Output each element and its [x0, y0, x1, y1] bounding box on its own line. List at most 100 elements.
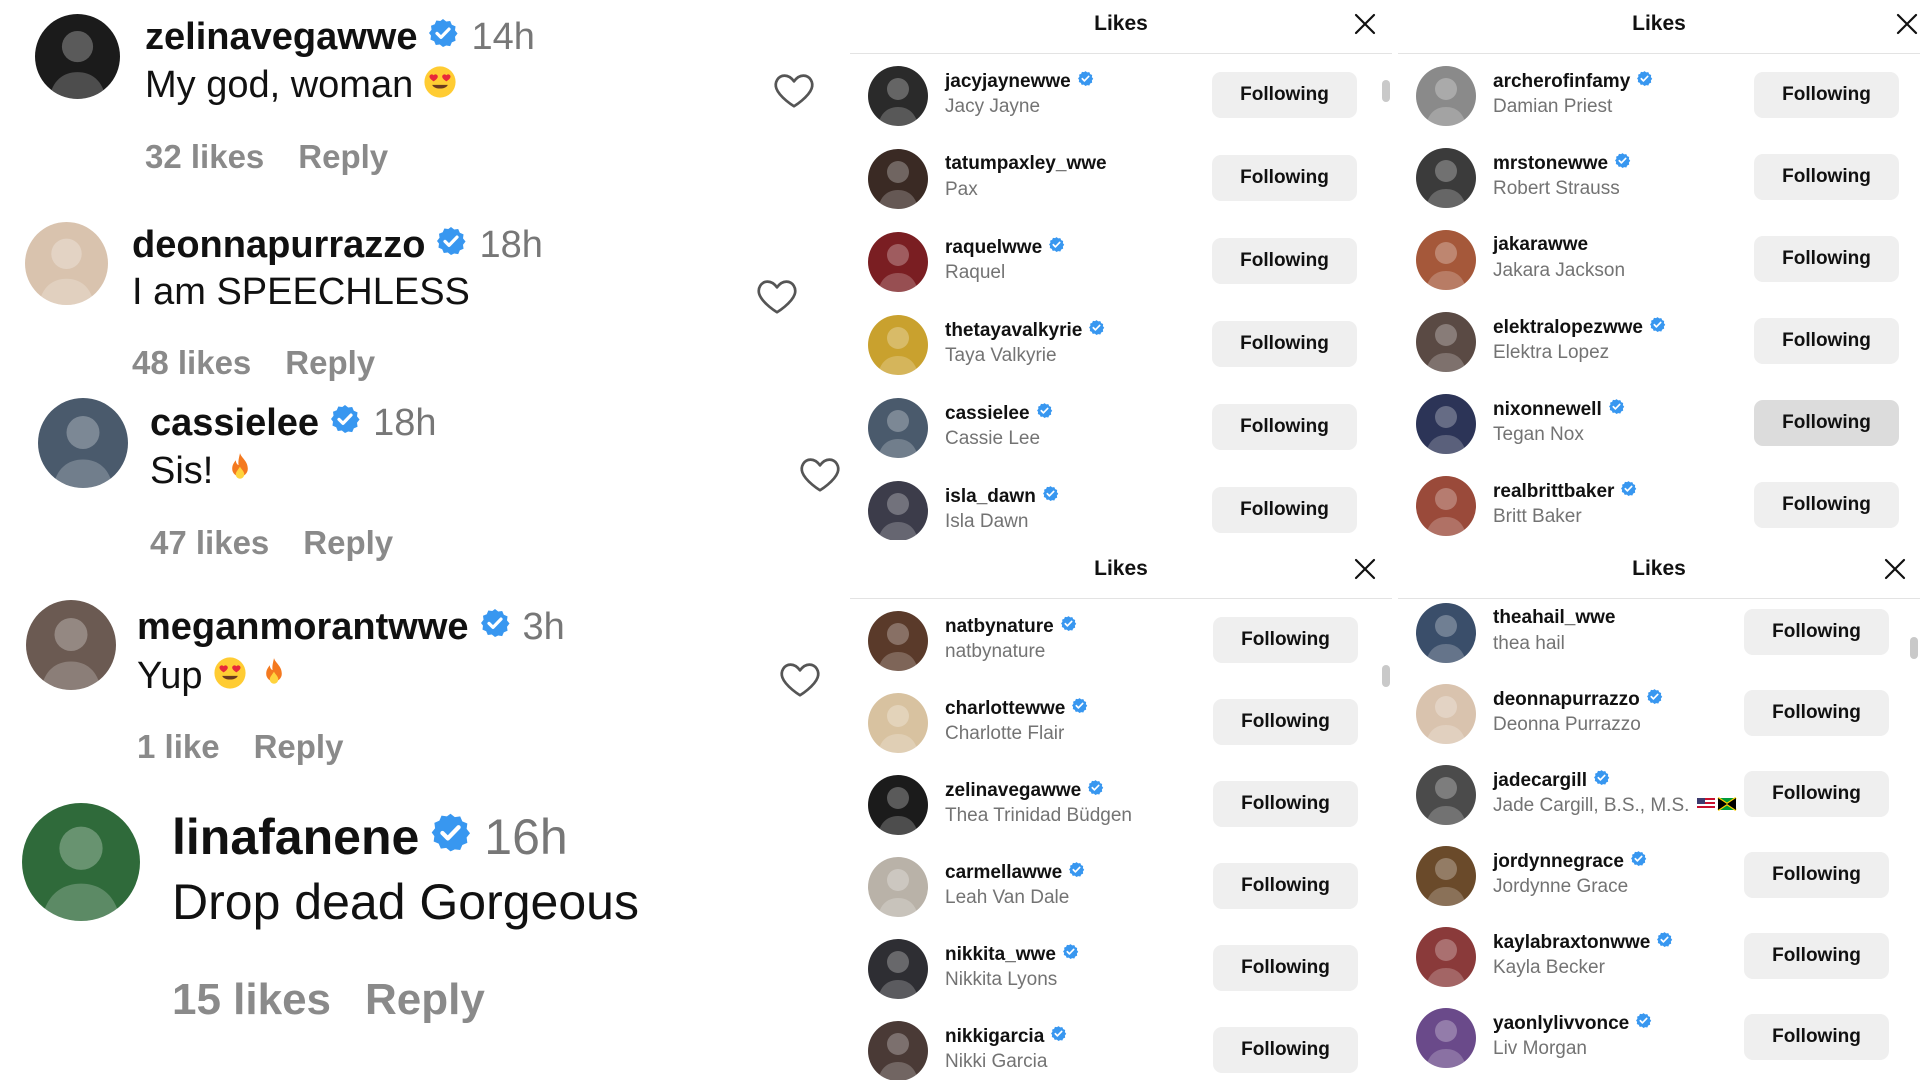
likes-user-row[interactable]: charlottewwe Charlotte Flair Following: [850, 681, 1392, 763]
following-button[interactable]: Following: [1744, 852, 1889, 898]
user-avatar[interactable]: [1416, 1008, 1476, 1068]
user-avatar[interactable]: [868, 857, 928, 917]
user-avatar[interactable]: [1416, 230, 1476, 290]
likes-user-row[interactable]: natbynature natbynature Following: [850, 599, 1392, 681]
user-username[interactable]: archerofinfamy: [1493, 71, 1630, 93]
user-avatar[interactable]: [868, 149, 928, 209]
user-username[interactable]: jadecargill: [1493, 770, 1587, 792]
likes-user-row[interactable]: cassielee Cassie Lee Following: [850, 386, 1392, 468]
likes-user-row[interactable]: nixonnewell Tegan Nox Following: [1398, 382, 1920, 464]
likes-user-row[interactable]: carmellawwe Leah Van Dale Following: [850, 845, 1392, 927]
likes-user-row[interactable]: mrstonewwe Robert Strauss Following: [1398, 136, 1920, 218]
likes-user-row[interactable]: archerofinfamy Damian Priest Following: [1398, 54, 1920, 136]
user-avatar[interactable]: [1416, 765, 1476, 825]
close-icon[interactable]: [1894, 11, 1920, 37]
likes-user-row[interactable]: elektralopezwwe Elektra Lopez Following: [1398, 300, 1920, 382]
comment-avatar[interactable]: [25, 222, 108, 305]
following-button[interactable]: Following: [1754, 482, 1899, 528]
comment-like-count[interactable]: 1 like: [137, 728, 220, 765]
user-username[interactable]: elektralopezwwe: [1493, 317, 1643, 339]
following-button[interactable]: Following: [1213, 617, 1358, 663]
user-avatar[interactable]: [1416, 927, 1476, 987]
heart-outline-icon[interactable]: [771, 67, 817, 113]
comment-like-count[interactable]: 32 likes: [145, 138, 264, 175]
following-button[interactable]: Following: [1744, 609, 1889, 655]
following-button[interactable]: Following: [1212, 404, 1357, 450]
following-button[interactable]: Following: [1213, 1027, 1358, 1073]
user-avatar[interactable]: [1416, 846, 1476, 906]
following-button[interactable]: Following: [1754, 400, 1899, 446]
comment-username[interactable]: zelinavegawwe: [145, 16, 417, 59]
following-button[interactable]: Following: [1744, 933, 1889, 979]
user-username[interactable]: cassielee: [945, 403, 1030, 425]
following-button[interactable]: Following: [1212, 155, 1357, 201]
user-username[interactable]: carmellawwe: [945, 862, 1062, 884]
heart-outline-icon[interactable]: [754, 273, 800, 319]
likes-user-row[interactable]: jacyjaynewwe Jacy Jayne Following: [850, 54, 1392, 136]
user-avatar[interactable]: [1416, 603, 1476, 663]
comment-avatar[interactable]: [35, 14, 120, 99]
following-button[interactable]: Following: [1212, 72, 1357, 118]
following-button[interactable]: Following: [1744, 771, 1889, 817]
user-avatar[interactable]: [868, 398, 928, 458]
user-username[interactable]: yaonlylivvonce: [1493, 1013, 1629, 1035]
user-avatar[interactable]: [868, 1021, 928, 1080]
user-avatar[interactable]: [868, 66, 928, 126]
user-avatar[interactable]: [1416, 312, 1476, 372]
user-username[interactable]: jakarawwe: [1493, 234, 1588, 256]
following-button[interactable]: Following: [1213, 945, 1358, 991]
comment-avatar[interactable]: [22, 803, 140, 921]
comment-avatar[interactable]: [26, 600, 116, 690]
user-avatar[interactable]: [1416, 684, 1476, 744]
heart-outline-icon[interactable]: [777, 656, 823, 702]
close-icon[interactable]: [1352, 556, 1378, 582]
likes-user-row[interactable]: jordynnegrace Jordynne Grace Following: [1398, 834, 1920, 916]
user-username[interactable]: raquelwwe: [945, 237, 1042, 259]
close-icon[interactable]: [1882, 556, 1908, 582]
user-username[interactable]: isla_dawn: [945, 486, 1036, 508]
comment-username[interactable]: linafanene: [172, 808, 419, 866]
user-username[interactable]: natbynature: [945, 616, 1054, 638]
likes-user-row[interactable]: nikkita_wwe Nikkita Lyons Following: [850, 927, 1392, 1009]
user-username[interactable]: mrstonewwe: [1493, 153, 1608, 175]
comment-avatar[interactable]: [38, 398, 128, 488]
user-avatar[interactable]: [868, 315, 928, 375]
following-button[interactable]: Following: [1212, 321, 1357, 367]
comment-like-count[interactable]: 15 likes: [172, 975, 331, 1024]
comment-reply-button[interactable]: Reply: [303, 524, 393, 561]
following-button[interactable]: Following: [1213, 781, 1358, 827]
likes-user-row[interactable]: realbrittbaker Britt Baker Following: [1398, 464, 1920, 540]
likes-user-row[interactable]: nikkigarcia Nikki Garcia Following: [850, 1009, 1392, 1080]
user-username[interactable]: kaylabraxtonwwe: [1493, 932, 1650, 954]
following-button[interactable]: Following: [1744, 1014, 1889, 1060]
user-avatar[interactable]: [868, 939, 928, 999]
user-username[interactable]: theahail_wwe: [1493, 607, 1616, 629]
comment-like-count[interactable]: 47 likes: [150, 524, 269, 561]
likes-user-row[interactable]: jadecargill Jade Cargill, B.S., M.S. Follo…: [1398, 753, 1920, 835]
likes-user-row[interactable]: raquelwwe Raquel Following: [850, 220, 1392, 302]
comment-reply-button[interactable]: Reply: [285, 344, 375, 381]
user-avatar[interactable]: [868, 232, 928, 292]
heart-outline-icon[interactable]: [797, 451, 843, 497]
user-username[interactable]: jordynnegrace: [1493, 851, 1624, 873]
user-username[interactable]: nikkita_wwe: [945, 944, 1056, 966]
user-avatar[interactable]: [868, 611, 928, 671]
following-button[interactable]: Following: [1754, 154, 1899, 200]
user-username[interactable]: thetayavalkyrie: [945, 320, 1082, 342]
likes-user-row[interactable]: kaylabraxtonwwe Kayla Becker Following: [1398, 915, 1920, 997]
likes-user-row[interactable]: isla_dawn Isla Dawn Following: [850, 469, 1392, 540]
user-avatar[interactable]: [1416, 394, 1476, 454]
likes-user-row[interactable]: deonnapurrazzo Deonna Purrazzo Following: [1398, 672, 1920, 754]
user-username[interactable]: realbrittbaker: [1493, 481, 1614, 503]
user-avatar[interactable]: [868, 693, 928, 753]
user-avatar[interactable]: [1416, 476, 1476, 536]
following-button[interactable]: Following: [1754, 318, 1899, 364]
user-username[interactable]: nixonnewell: [1493, 399, 1602, 421]
user-avatar[interactable]: [1416, 148, 1476, 208]
likes-user-row[interactable]: tatumpaxley_wwe Pax Following: [850, 137, 1392, 219]
following-button[interactable]: Following: [1744, 690, 1889, 736]
likes-user-row[interactable]: yaonlylivvonce Liv Morgan Following: [1398, 996, 1920, 1078]
likes-user-row[interactable]: jakarawwe Jakara Jackson Following: [1398, 218, 1920, 300]
comment-username[interactable]: deonnapurrazzo: [132, 224, 425, 267]
following-button[interactable]: Following: [1213, 699, 1358, 745]
